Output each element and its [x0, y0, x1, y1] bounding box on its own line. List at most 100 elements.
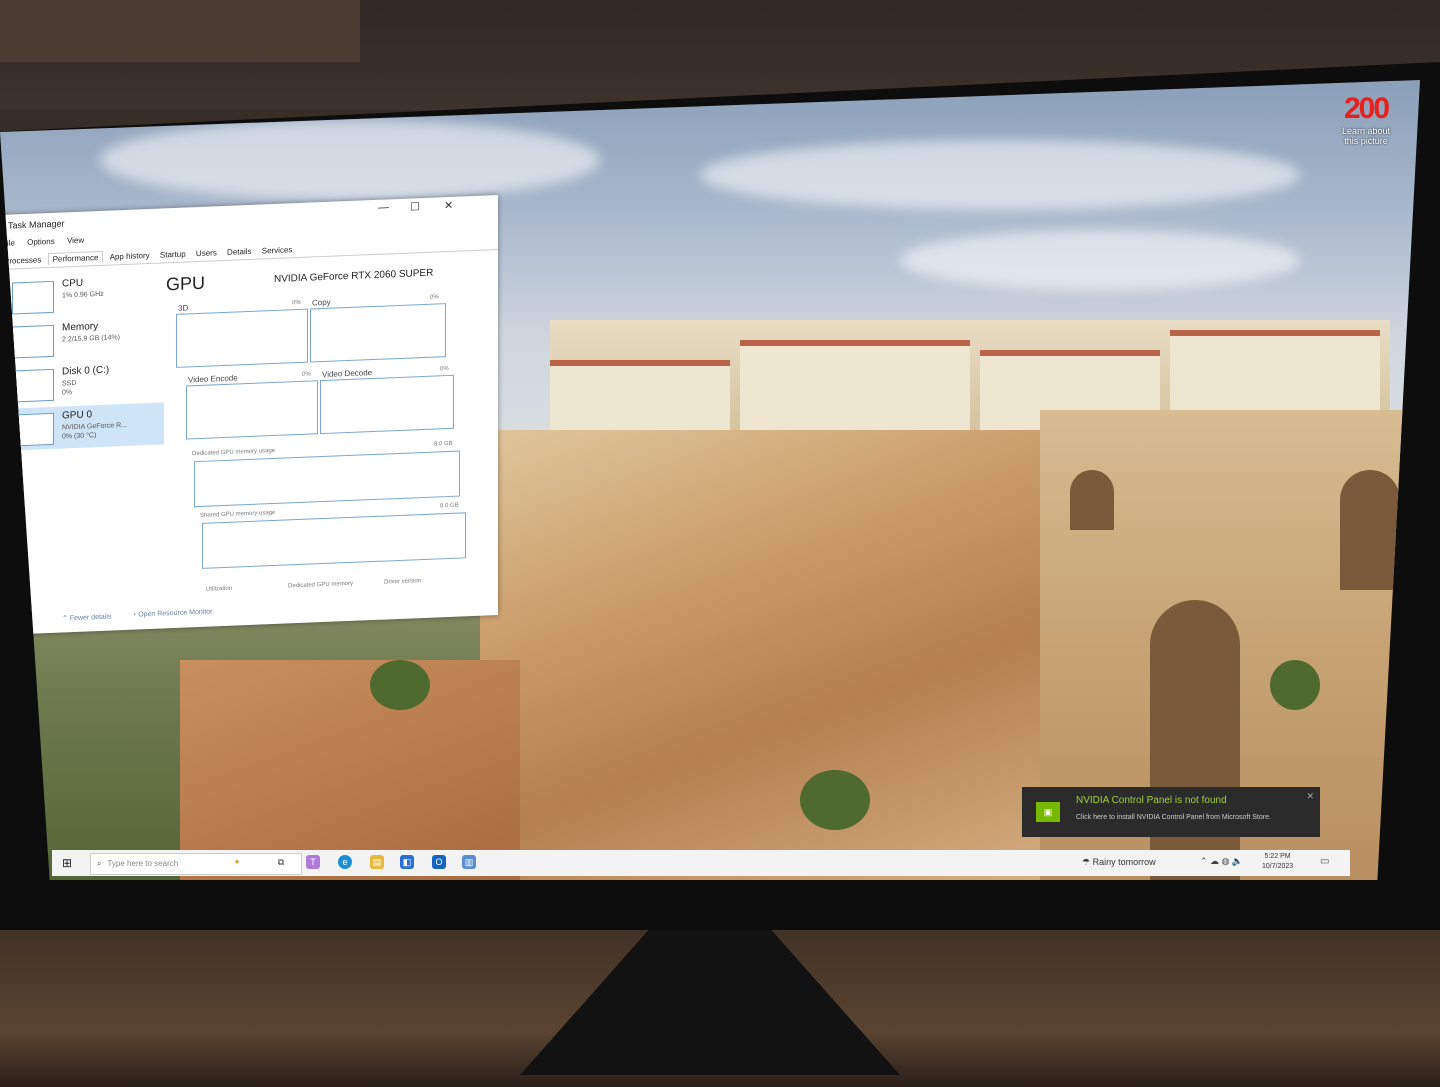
- sidebar-item-memory[interactable]: Memory 2.2/15.9 GB (14%): [4, 314, 164, 362]
- menu-options[interactable]: Options: [27, 237, 55, 247]
- chevron-up-icon: ⌃: [62, 615, 70, 623]
- sidebar-item-sub: 1% 0.96 GHz: [62, 290, 104, 300]
- notification-title: NVIDIA Control Panel is not found: [1076, 795, 1227, 806]
- teams-icon[interactable]: T: [306, 855, 320, 869]
- clock-time: 5:22 PM: [1264, 853, 1291, 860]
- cloud: [900, 230, 1300, 290]
- wallpaper-cliff-left: [180, 660, 520, 880]
- sidebar-item-sub: NVIDIA GeForce R... 0% (30 °C): [62, 421, 127, 442]
- tree: [370, 660, 430, 710]
- sidebar-item-label: Disk 0 (C:): [62, 364, 110, 378]
- clock-date: 10/7/2023: [1262, 863, 1294, 870]
- sidebar-item-sub: SSD 0%: [62, 379, 76, 398]
- graph-3d[interactable]: [176, 308, 308, 368]
- clock[interactable]: 5:22 PM 10/7/2023: [1262, 852, 1293, 872]
- learn-about-picture[interactable]: 200 Learn about this picture: [1336, 92, 1396, 146]
- sidebar-item-label: CPU: [62, 277, 84, 290]
- file-explorer-icon[interactable]: ▤: [370, 855, 384, 869]
- graph-encode-pct: 0%: [302, 371, 311, 378]
- memory-thumbnail-graph: [12, 324, 54, 359]
- task-view-icon[interactable]: ⧉: [274, 855, 288, 869]
- weather-widget[interactable]: ☂ Rainy tomorrow: [1082, 857, 1156, 868]
- close-button[interactable]: ✕: [444, 199, 453, 212]
- learn-about-caption: Learn about this picture: [1341, 126, 1391, 146]
- nvidia-notification[interactable]: ▣ NVIDIA Control Panel is not found Clic…: [1022, 787, 1320, 837]
- disk-thumbnail-graph: [12, 368, 54, 403]
- cloud-rain-icon: ☂: [1082, 857, 1093, 867]
- cloud: [700, 140, 1300, 210]
- wallpaper-logo-icon: 200: [1343, 92, 1390, 125]
- graph-decode-pct: 0%: [440, 365, 449, 373]
- graph-3d-pct: 0%: [292, 299, 301, 307]
- tab-users[interactable]: Users: [192, 247, 221, 259]
- weather-text: Rainy tomorrow: [1092, 857, 1156, 867]
- sidebar-item-gpu[interactable]: GPU 0 NVIDIA GeForce R... 0% (30 °C): [4, 402, 164, 451]
- onedrive-icon[interactable]: ☁: [1210, 856, 1222, 866]
- open-resmon-label: Open Resource Monitor: [138, 608, 213, 619]
- open-resource-monitor-link[interactable]: ◔ Open Resource Monitor: [132, 608, 213, 618]
- gpu-model: NVIDIA GeForce RTX 2060 SUPER: [274, 267, 434, 285]
- volume-icon[interactable]: 🔈: [1232, 856, 1243, 866]
- graph-3d-label: 3D: [178, 303, 189, 313]
- fewer-details-link[interactable]: ⌃ Fewer details: [62, 613, 111, 623]
- tab-startup[interactable]: Startup: [156, 248, 190, 260]
- sidebar-item-cpu[interactable]: CPU 1% 0.96 GHz: [4, 270, 164, 318]
- graph-video-decode[interactable]: [320, 374, 454, 435]
- close-icon[interactable]: ✕: [1306, 791, 1314, 802]
- bridge-arch: [1340, 470, 1400, 590]
- search-icon: ⌕: [97, 859, 102, 868]
- task-manager-taskbar-icon[interactable]: ▥: [462, 855, 476, 869]
- graph-shared-memory[interactable]: [202, 512, 466, 569]
- window-title: Task Manager: [8, 218, 65, 231]
- tab-details[interactable]: Details: [223, 246, 255, 258]
- gpu-usage: 0% (30 °C): [62, 432, 97, 441]
- graph-copy-label: Copy: [312, 297, 331, 308]
- chevron-up-icon[interactable]: ⌃: [1200, 856, 1210, 866]
- menu-bar: File Options View: [2, 235, 94, 248]
- notification-body: Click here to install NVIDIA Control Pan…: [1076, 814, 1271, 821]
- menu-view[interactable]: View: [67, 236, 84, 246]
- bridge-arch: [1070, 470, 1114, 530]
- building: [740, 340, 970, 436]
- shared-memory-max: 8.0 GB: [440, 502, 459, 510]
- minimize-button[interactable]: —: [378, 201, 389, 213]
- graph-copy-pct: 0%: [430, 294, 439, 301]
- bridge-arch: [1150, 600, 1240, 880]
- sidebar-item-sub: 2.2/15.9 GB (14%): [62, 334, 120, 344]
- wallpaper-cliff: [480, 430, 1100, 880]
- store-icon[interactable]: ◧: [400, 855, 414, 869]
- tab-app-history[interactable]: App history: [106, 250, 154, 263]
- tree: [1270, 660, 1320, 710]
- maximize-button[interactable]: ☐: [410, 200, 420, 213]
- tree: [800, 770, 870, 830]
- nvidia-icon: ▣: [1036, 802, 1060, 822]
- dedicated-memory-max: 8.0 GB: [434, 440, 453, 448]
- windows-icon[interactable]: ⊞: [62, 856, 72, 870]
- edge-icon[interactable]: e: [338, 855, 352, 869]
- outlook-icon[interactable]: O: [432, 855, 446, 869]
- task-manager-window[interactable]: Task Manager — ☐ ✕ File Options View Pro…: [0, 194, 498, 635]
- taskbar: ⊞ ⌕ Type here to search ✦ ⧉ T e ▤ ◧ O ▥ ☂…: [52, 850, 1350, 876]
- wall-frame: [0, 0, 360, 62]
- disk-type: SSD: [62, 379, 77, 388]
- network-icon[interactable]: ◍: [1222, 856, 1232, 866]
- graph-video-encode[interactable]: [186, 380, 318, 440]
- shared-memory-label: Shared GPU memory usage: [200, 509, 276, 519]
- tab-performance[interactable]: Performance: [47, 250, 104, 266]
- copilot-icon[interactable]: ✦: [230, 855, 244, 869]
- dedicated-memory-label: Dedicated GPU memory usage: [192, 447, 276, 458]
- fewer-details-label: Fewer details: [69, 613, 112, 623]
- stat-dedicated: Dedicated GPU memory: [288, 580, 354, 590]
- tab-services[interactable]: Services: [258, 244, 297, 257]
- system-tray: ⌃ ☁ ◍ 🔈: [1200, 856, 1243, 867]
- cloud: [100, 120, 600, 200]
- search-box[interactable]: ⌕ Type here to search: [90, 853, 302, 875]
- graph-dedicated-memory[interactable]: [194, 450, 460, 508]
- stat-utilization: Utilization: [206, 585, 233, 593]
- stat-driver: Driver version: [384, 578, 422, 586]
- cpu-thumbnail-graph: [12, 280, 54, 315]
- graph-copy[interactable]: [310, 303, 446, 363]
- sidebar-item-disk[interactable]: Disk 0 (C:) SSD 0%: [4, 358, 164, 406]
- monitor-screen: 200 Learn about this picture Task Manage…: [0, 80, 1420, 880]
- notification-center-icon[interactable]: ▭: [1320, 856, 1329, 867]
